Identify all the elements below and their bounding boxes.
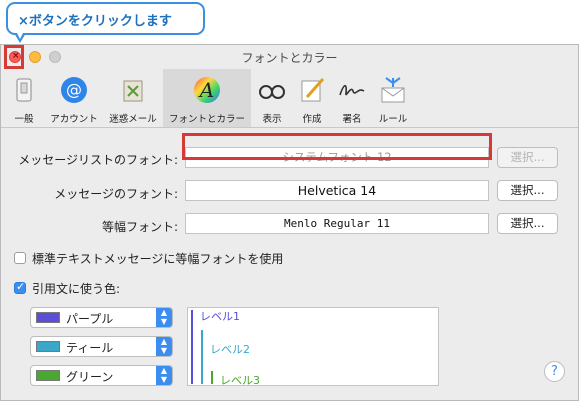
tab-composing-label: 作成 <box>302 114 322 125</box>
preferences-window: × フォントとカラー 一般 @ アカウント 迷惑メール A フォントとカラー 表… <box>0 44 579 401</box>
tab-accounts-label: アカウント <box>50 114 98 125</box>
help-button[interactable]: ? <box>544 361 565 382</box>
quote-bar-level1 <box>191 310 193 384</box>
quote-level2-text: レベル2 <box>210 343 250 356</box>
level3-color-popup[interactable]: グリーン ▲ ▼ <box>30 365 173 386</box>
message-list-font-label: メッセージリストのフォント: <box>18 153 178 167</box>
envelope-rules-icon <box>381 77 405 103</box>
level2-color-name: ティール <box>66 341 114 355</box>
chevron-updown-icon: ▲ ▼ <box>156 308 172 327</box>
use-fixed-width-label: 標準テキストメッセージに等幅フォントを使用 <box>32 252 284 266</box>
tab-junk-mail-label: 迷惑メール <box>109 114 157 125</box>
message-font-label: メッセージのフォント: <box>54 187 178 201</box>
tab-viewing-label: 表示 <box>262 114 282 125</box>
glasses-icon <box>259 85 285 99</box>
fixed-width-font-label: 等幅フォント: <box>101 220 178 234</box>
window-title: フォントとカラー <box>241 51 338 65</box>
level2-color-swatch <box>36 341 60 352</box>
tab-accounts[interactable]: @ アカウント <box>45 69 103 127</box>
signature-icon <box>339 84 365 96</box>
message-font-select-button[interactable]: 選択... <box>497 180 558 201</box>
chevron-updown-icon: ▲ ▼ <box>156 366 172 385</box>
message-font-highlight <box>182 133 492 160</box>
tab-fonts-colors[interactable]: A フォントとカラー <box>163 69 251 127</box>
preferences-toolbar: 一般 @ アカウント 迷惑メール A フォントとカラー 表示 作成 署名 ルール <box>1 69 578 128</box>
svg-text:@: @ <box>66 80 82 99</box>
switch-icon <box>16 78 32 102</box>
chevron-updown-icon: ▲ ▼ <box>156 337 172 356</box>
quote-level1-text: レベル1 <box>200 310 240 323</box>
use-fixed-width-checkbox[interactable] <box>14 252 26 264</box>
tab-junk-mail[interactable]: 迷惑メール <box>105 69 161 127</box>
tab-fonts-colors-label: フォントとカラー <box>168 114 245 125</box>
quoted-text-colors-label: 引用文に使う色: <box>32 282 121 296</box>
callout-text: ×ボタンをクリックします <box>18 14 172 29</box>
quoted-text-colors-checkbox[interactable] <box>14 280 26 294</box>
tab-general-label: 一般 <box>14 114 34 125</box>
title-bar: × フォントとカラー <box>1 45 578 69</box>
quote-bar-level3 <box>211 371 213 384</box>
fixed-width-font-select-button[interactable]: 選択... <box>497 213 558 234</box>
tab-general[interactable]: 一般 <box>5 69 43 127</box>
tab-viewing[interactable]: 表示 <box>253 69 291 127</box>
tab-rules-label: ルール <box>378 114 408 125</box>
message-list-font-select-button[interactable]: 選択... <box>497 147 558 168</box>
callout-tail <box>14 31 26 43</box>
level1-color-name: パープル <box>66 312 114 326</box>
quote-bar-level2 <box>201 330 203 384</box>
message-font-field: Helvetica 14 <box>185 180 489 201</box>
pencil-icon <box>301 78 325 102</box>
trash-icon <box>123 80 143 102</box>
level3-color-name: グリーン <box>66 370 114 384</box>
tab-rules[interactable]: ルール <box>373 69 413 127</box>
level3-color-swatch <box>36 370 60 381</box>
at-sign-icon: @ <box>61 77 87 103</box>
tab-signatures[interactable]: 署名 <box>333 69 371 127</box>
level1-color-popup[interactable]: パープル ▲ ▼ <box>30 307 173 328</box>
instruction-callout: ×ボタンをクリックします <box>6 2 205 35</box>
quote-level3-text: レベル3 <box>220 374 260 387</box>
tab-composing[interactable]: 作成 <box>293 69 331 127</box>
quote-preview-box: レベル1 レベル2 レベル3 <box>187 307 439 387</box>
fixed-width-font-field: Menlo Regular 11 <box>185 213 489 234</box>
tab-signatures-label: 署名 <box>342 114 362 125</box>
svg-text:A: A <box>198 78 214 102</box>
font-icon: A <box>194 77 220 103</box>
level1-color-swatch <box>36 312 60 323</box>
level2-color-popup[interactable]: ティール ▲ ▼ <box>30 336 173 357</box>
